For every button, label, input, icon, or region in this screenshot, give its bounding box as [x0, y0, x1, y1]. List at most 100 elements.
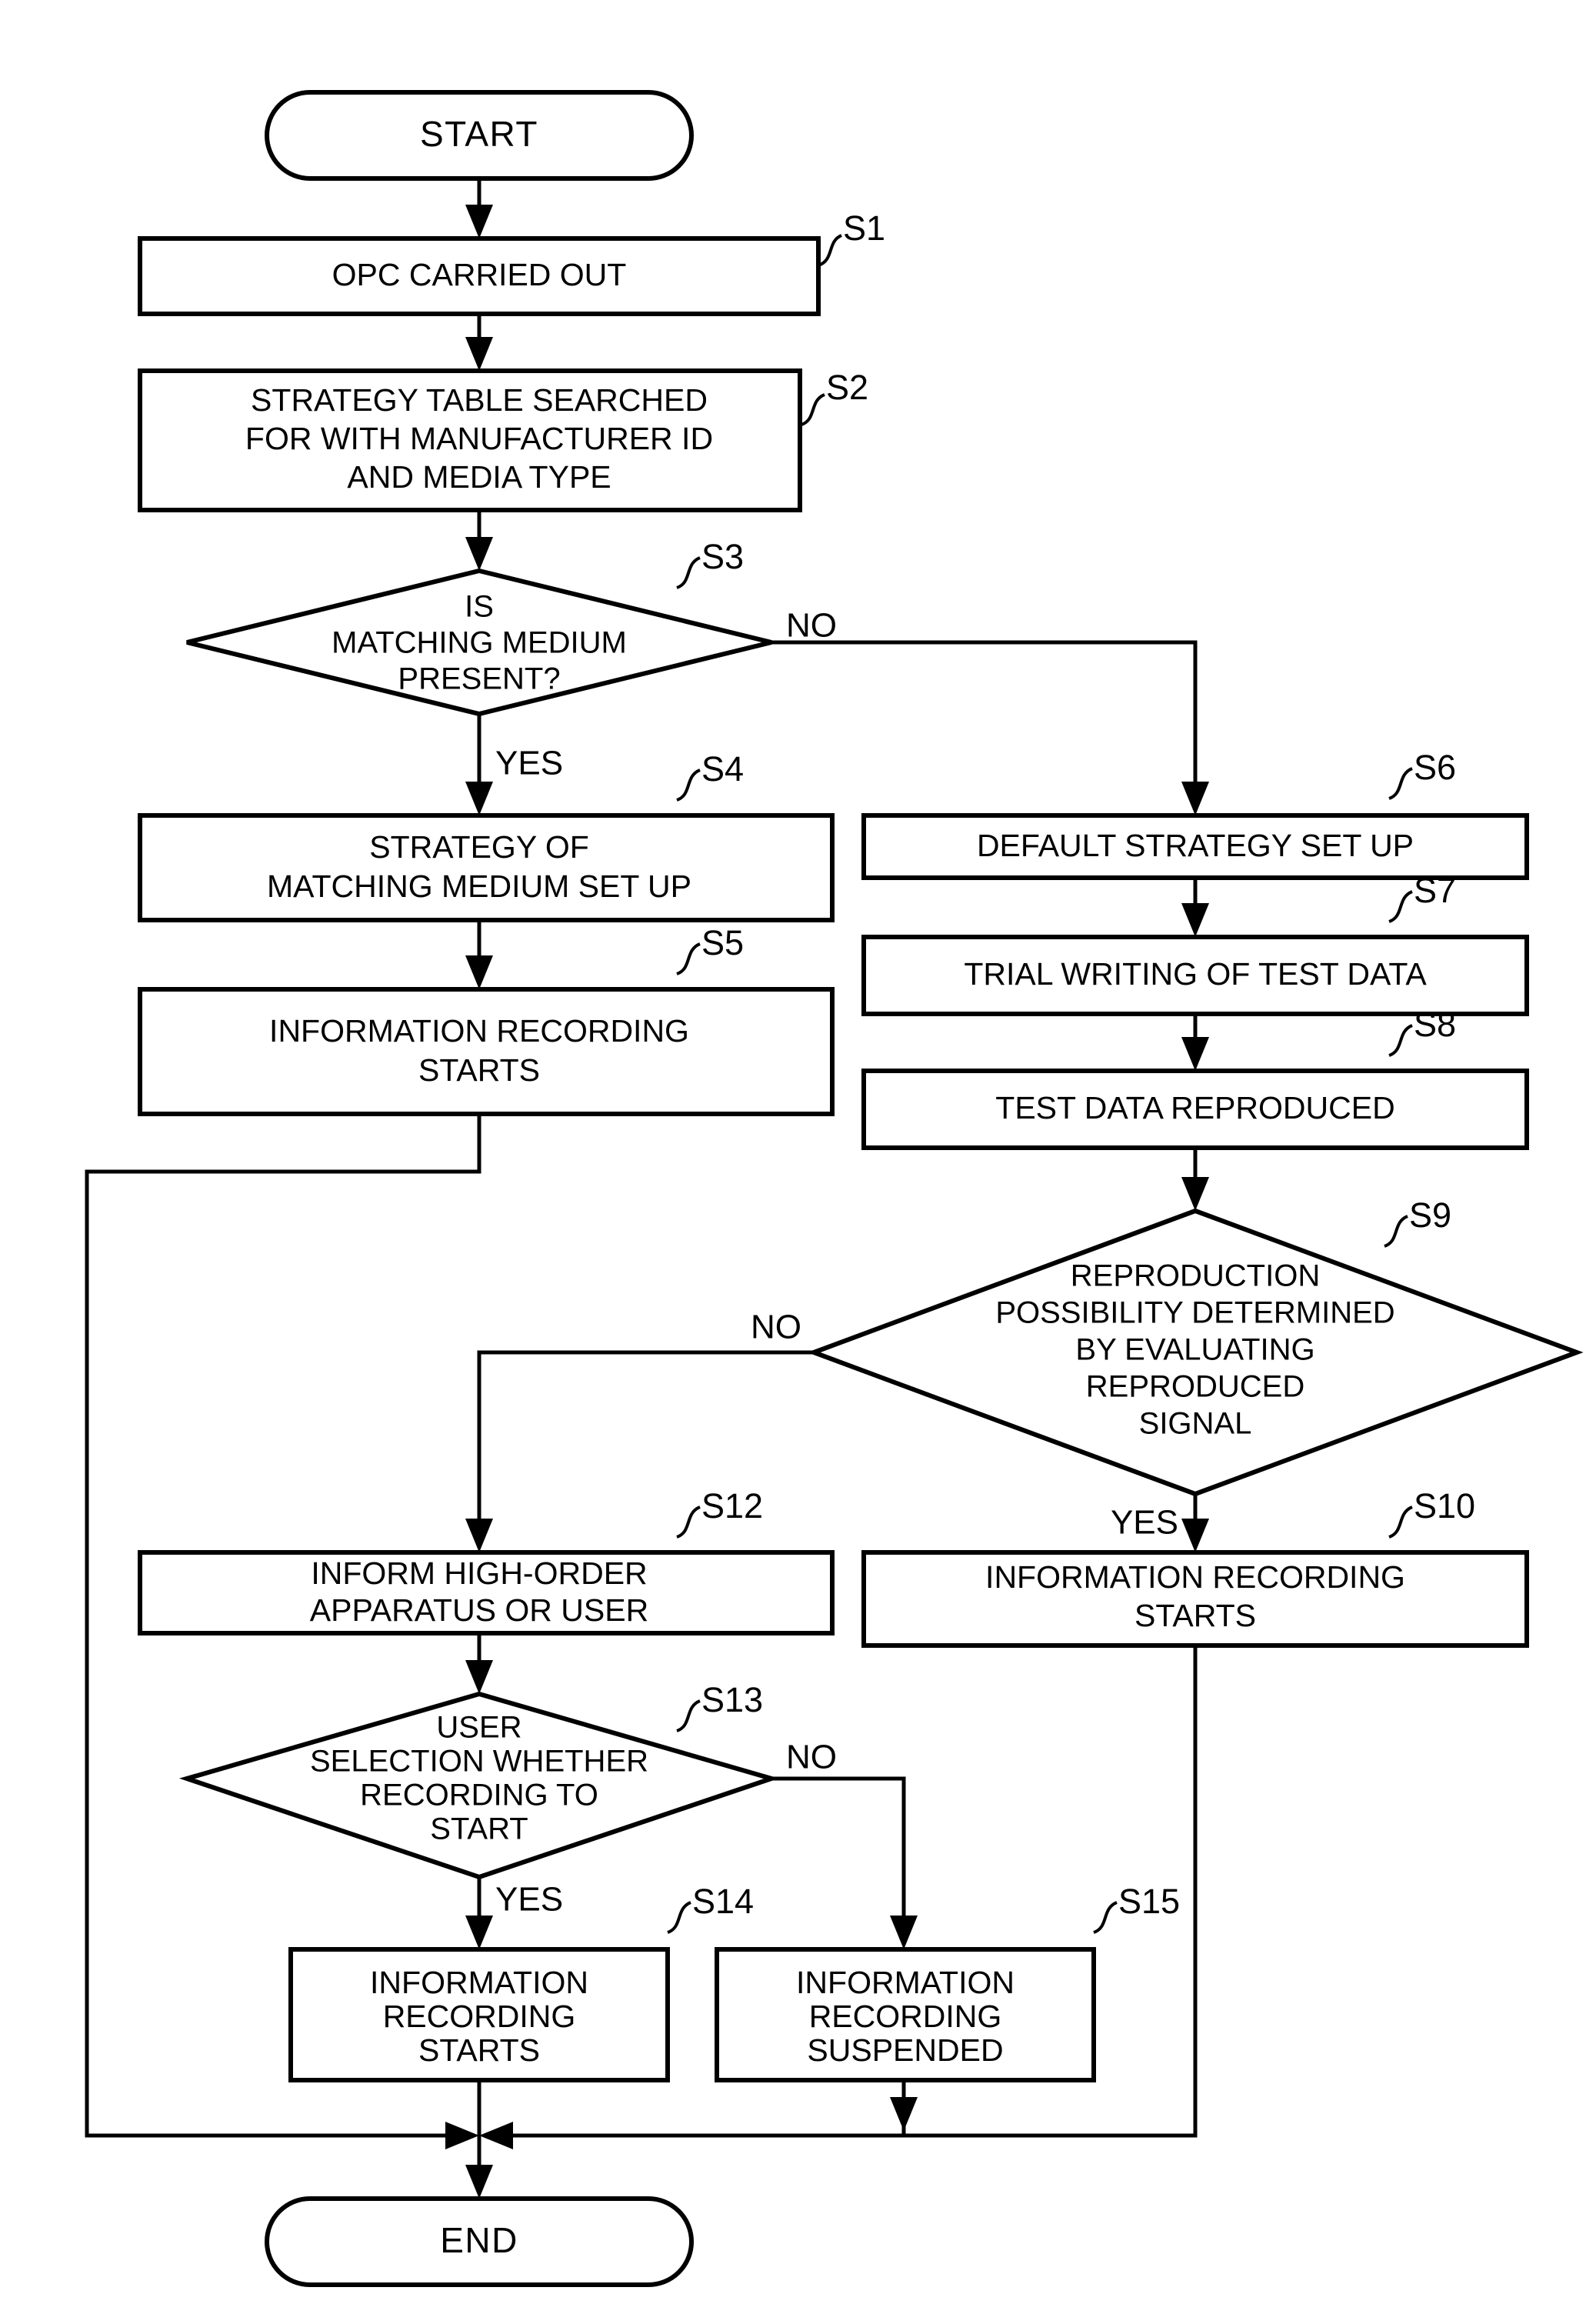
- node-s9-line-4: SIGNAL: [1139, 1407, 1252, 1441]
- node-s13-line-1: SELECTION WHETHER: [310, 1745, 648, 1779]
- node-s13-line-3: START: [430, 1812, 528, 1846]
- step-label-s12: S12: [701, 1486, 763, 1525]
- connector-s8-to-s9: [1181, 1148, 1209, 1211]
- step-label-s9-group: S9: [1384, 1195, 1451, 1248]
- node-s10-line-0: INFORMATION RECORDING: [985, 1559, 1405, 1595]
- node-s14-line-0: INFORMATION: [370, 1965, 588, 2000]
- step-label-s4-group: S4: [676, 749, 744, 802]
- connector-s12-to-s13: [465, 1633, 493, 1694]
- node-s12-line-1: APPARATUS OR USER: [310, 1592, 648, 1628]
- step-label-s6: S6: [1414, 748, 1456, 787]
- connector-start-to-s1: [465, 178, 493, 238]
- node-s13-line-0: USER: [436, 1711, 521, 1745]
- node-s15-line-2: SUSPENDED: [807, 2032, 1003, 2068]
- node-s4-line-1: MATCHING MEDIUM SET UP: [267, 869, 691, 904]
- node-s12[interactable]: INFORM HIGH-ORDER APPARATUS OR USER: [138, 1550, 835, 1635]
- node-s2-line-2: AND MEDIA TYPE: [347, 459, 611, 495]
- branch-label-s3-yes: YES: [495, 745, 563, 782]
- node-start[interactable]: START: [265, 90, 694, 181]
- connector-s13-yes-to-s14: [465, 1877, 493, 1949]
- step-label-s15-group: S15: [1093, 1882, 1180, 1934]
- connector-s3-no-to-s6: [771, 640, 1209, 815]
- step-label-s14: S14: [692, 1882, 754, 1921]
- node-s1[interactable]: OPC CARRIED OUT: [138, 236, 821, 316]
- step-label-s2: S2: [826, 368, 868, 407]
- node-s3[interactable]: IS MATCHING MEDIUM PRESENT?: [186, 568, 772, 717]
- node-end-label: END: [440, 2220, 518, 2260]
- step-label-s1-group: S1: [818, 208, 885, 267]
- step-label-s12-group: S12: [676, 1486, 763, 1539]
- node-s2-line-0: STRATEGY TABLE SEARCHED: [251, 382, 708, 418]
- node-s14-line-1: RECORDING: [383, 1999, 576, 2034]
- connector-merge-to-end: [465, 2136, 493, 2199]
- node-s2-line-1: FOR WITH MANUFACTURER ID: [245, 421, 713, 456]
- node-s3-line-1: MATCHING MEDIUM: [332, 626, 627, 660]
- branch-label-s3-no: NO: [786, 607, 837, 645]
- node-s5-line-0: INFORMATION RECORDING: [269, 1013, 689, 1049]
- connector-s6-to-s7: [1181, 878, 1209, 937]
- node-s8[interactable]: TEST DATA REPRODUCED: [861, 1069, 1529, 1150]
- node-s15[interactable]: INFORMATION RECORDING SUSPENDED: [715, 1947, 1096, 2082]
- node-s9-line-3: REPRODUCED: [1086, 1370, 1304, 1404]
- node-s2[interactable]: STRATEGY TABLE SEARCHED FOR WITH MANUFAC…: [138, 368, 802, 512]
- node-s3-line-0: IS: [465, 590, 494, 624]
- connector-s13-no-to-s15: [771, 1776, 918, 1949]
- step-label-s3: S3: [701, 537, 744, 576]
- connector-s15-to-merge: [890, 2080, 918, 2136]
- step-label-s8: S8: [1414, 1005, 1456, 1044]
- node-s6[interactable]: DEFAULT STRATEGY SET UP: [861, 813, 1529, 880]
- node-s9-line-1: POSSIBILITY DETERMINED: [995, 1296, 1394, 1330]
- connector-s9-yes-to-s10: [1181, 1494, 1209, 1552]
- node-s4-line-0: STRATEGY OF: [369, 829, 589, 865]
- node-s9[interactable]: REPRODUCTION POSSIBILITY DETERMINED BY E…: [807, 1208, 1584, 1497]
- step-label-s14-group: S14: [667, 1882, 754, 1934]
- step-label-s4: S4: [701, 749, 744, 789]
- step-label-s6-group: S6: [1388, 748, 1456, 800]
- node-s6-line-0: DEFAULT STRATEGY SET UP: [977, 828, 1414, 863]
- node-s7-line-0: TRIAL WRITING OF TEST DATA: [964, 956, 1427, 992]
- node-s15-line-0: INFORMATION: [796, 1965, 1015, 2000]
- branch-label-s13-no: NO: [786, 1739, 837, 1776]
- connector-s1-to-s2: [465, 314, 493, 371]
- connector-s3-yes-to-s4: [465, 714, 493, 815]
- connector-s2-to-s3: [465, 510, 493, 571]
- node-s10-line-1: STARTS: [1135, 1598, 1256, 1633]
- node-s5-line-1: STARTS: [418, 1052, 540, 1088]
- step-label-s9: S9: [1409, 1195, 1451, 1235]
- flowchart-canvas: START OPC CARRIED OUT S1 STRATEGY TABLE …: [0, 0, 1596, 2304]
- step-label-s15: S15: [1118, 1882, 1180, 1921]
- branch-label-s9-no: NO: [751, 1309, 801, 1346]
- node-s10[interactable]: INFORMATION RECORDING STARTS: [861, 1550, 1529, 1648]
- connector-s7-to-s8: [1181, 1014, 1209, 1071]
- node-s9-line-2: BY EVALUATING: [1075, 1333, 1314, 1367]
- node-s4[interactable]: STRATEGY OF MATCHING MEDIUM SET UP: [138, 813, 835, 922]
- node-s3-line-2: PRESENT?: [398, 662, 560, 696]
- node-s9-line-0: REPRODUCTION: [1071, 1259, 1320, 1293]
- node-s13-line-2: RECORDING TO: [360, 1779, 598, 1812]
- connector-s4-to-s5: [465, 920, 493, 989]
- branch-label-s9-yes: YES: [1111, 1504, 1178, 1542]
- step-label-s13-group: S13: [676, 1680, 763, 1732]
- step-label-s2-group: S2: [801, 368, 868, 426]
- node-s12-line-0: INFORM HIGH-ORDER: [311, 1555, 647, 1591]
- node-start-label: START: [420, 114, 538, 154]
- node-s8-line-0: TEST DATA REPRODUCED: [995, 1090, 1394, 1125]
- node-s15-line-1: RECORDING: [809, 1999, 1002, 2034]
- step-label-s7: S7: [1414, 871, 1456, 910]
- step-label-s10-group: S10: [1388, 1486, 1475, 1539]
- node-s13[interactable]: USER SELECTION WHETHER RECORDING TO STAR…: [178, 1691, 780, 1880]
- node-end[interactable]: END: [265, 2196, 694, 2287]
- node-s7[interactable]: TRIAL WRITING OF TEST DATA: [861, 935, 1529, 1016]
- node-s5[interactable]: INFORMATION RECORDING STARTS: [138, 987, 835, 1116]
- step-label-s13: S13: [701, 1680, 763, 1719]
- step-label-s5: S5: [701, 923, 744, 962]
- step-label-s3-group: S3: [676, 537, 744, 589]
- branch-label-s13-yes: YES: [495, 1881, 563, 1919]
- node-s1-line-0: OPC CARRIED OUT: [332, 257, 627, 292]
- step-label-s10: S10: [1414, 1486, 1475, 1525]
- node-s14-line-2: STARTS: [418, 2032, 540, 2068]
- node-s14[interactable]: INFORMATION RECORDING STARTS: [288, 1947, 670, 2082]
- step-label-s5-group: S5: [676, 923, 744, 975]
- flowchart-svg: START OPC CARRIED OUT S1 STRATEGY TABLE …: [85, 90, 1584, 2287]
- step-label-s1: S1: [843, 208, 885, 248]
